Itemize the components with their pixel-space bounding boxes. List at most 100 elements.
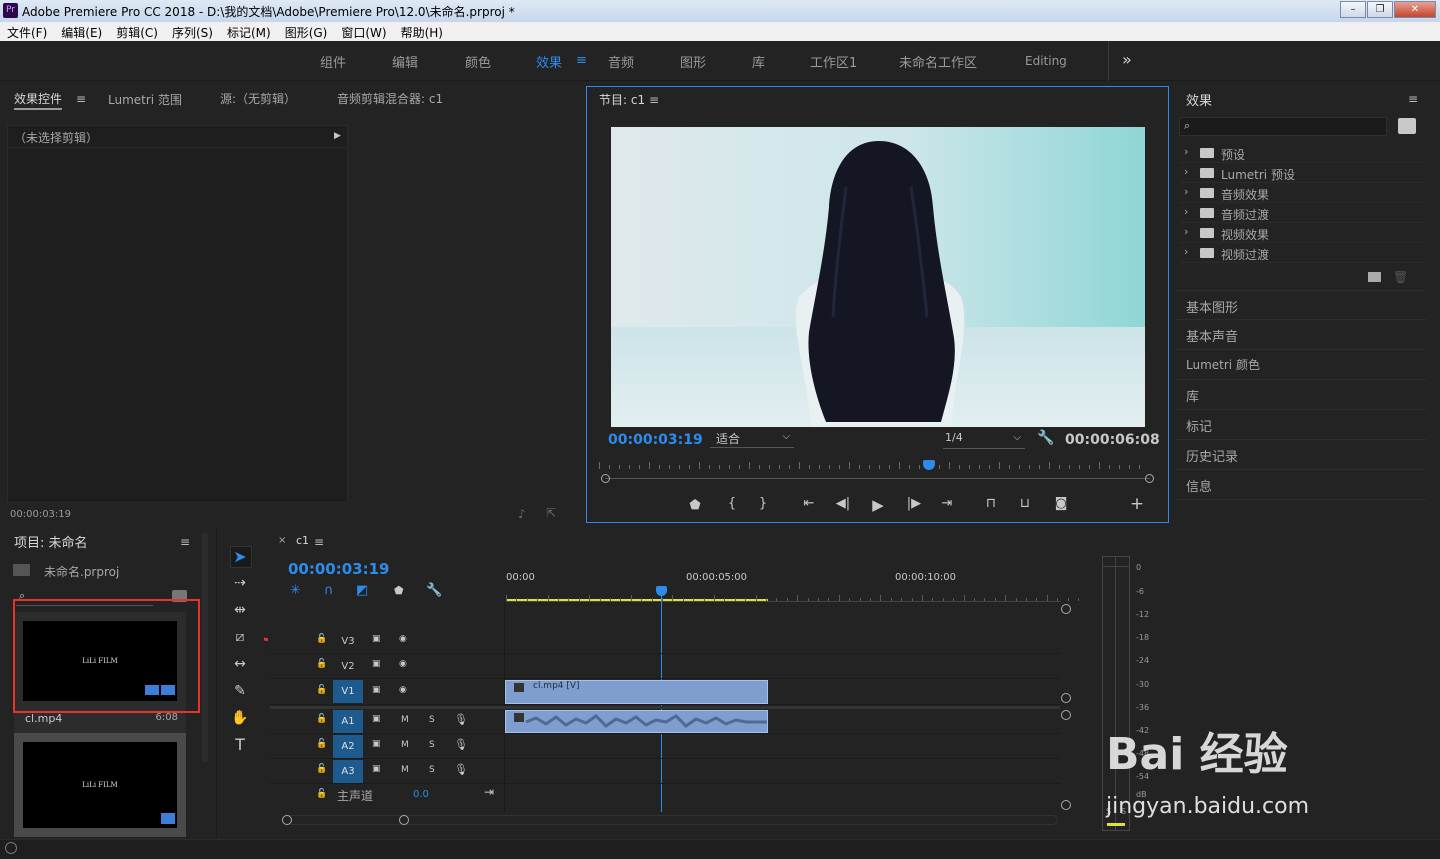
export-frame-camera-icon[interactable]: ◙ <box>1051 496 1071 511</box>
go-to-in-icon[interactable]: ⇤ <box>799 496 819 511</box>
section-libraries[interactable]: 库 <box>1176 380 1426 410</box>
workspace-tab-libraries[interactable]: 库 <box>752 52 765 71</box>
lock-icon[interactable]: 🔓 <box>316 685 327 695</box>
workspace-tab-workspace1[interactable]: 工作区1 <box>810 52 857 71</box>
track-name-v1[interactable]: V1 <box>333 680 363 703</box>
master-volume-value[interactable]: 0.0 <box>413 789 429 800</box>
delete-trash-icon[interactable]: 🗑 <box>1393 270 1408 284</box>
timeline-timecode[interactable]: 00:00:03:19 <box>288 560 390 578</box>
type-tool-icon[interactable]: T <box>229 734 251 756</box>
go-to-out-icon[interactable]: ⇥ <box>937 496 957 511</box>
sync-lock-icon[interactable]: ▣ <box>372 714 381 724</box>
minimize-button[interactable]: – <box>1340 1 1366 18</box>
section-lumetri-color[interactable]: Lumetri 颜色 <box>1176 350 1426 380</box>
eye-icon[interactable]: ◉ <box>399 659 407 669</box>
more-workspaces-icon[interactable]: » <box>1122 50 1132 69</box>
solo-button[interactable]: S <box>429 715 435 725</box>
vertical-zoom-handle-audio[interactable] <box>1061 710 1071 720</box>
track-select-tool-icon[interactable]: ⇢ <box>229 572 251 594</box>
zoom-scrollbar[interactable] <box>605 478 1150 479</box>
vertical-zoom-handle-top[interactable] <box>1061 604 1071 614</box>
selection-tool-icon[interactable]: ➤ <box>229 546 251 568</box>
section-essential-graphics[interactable]: 基本图形 <box>1176 290 1426 320</box>
scroll-handle-right[interactable] <box>399 815 409 825</box>
microphone-icon[interactable]: 🎙 <box>454 713 468 726</box>
video-clip[interactable]: cl.mp4 [V] <box>505 680 768 704</box>
clip-item-2[interactable]: LiLi FILM <box>14 733 186 837</box>
play-icon[interactable]: ▶ <box>868 496 888 514</box>
playhead-timecode[interactable]: 00:00:03:19 <box>608 432 703 448</box>
menu-edit[interactable]: 编辑(E) <box>54 22 109 41</box>
sync-lock-icon[interactable]: ▣ <box>372 659 381 669</box>
project-menu-icon[interactable]: ≡ <box>180 535 190 549</box>
mute-button[interactable]: M <box>401 765 409 775</box>
menu-sequence[interactable]: 序列(S) <box>165 22 220 41</box>
nest-icon[interactable]: ✳ <box>290 583 301 598</box>
new-bin-icon[interactable] <box>1368 272 1381 282</box>
lock-icon[interactable]: 🔓 <box>316 739 327 749</box>
track-name-a3[interactable]: A3 <box>333 760 363 783</box>
workspace-tab-assembly[interactable]: 组件 <box>320 52 346 71</box>
settings-wrench-icon[interactable]: 🔧 <box>1037 430 1054 446</box>
menu-window[interactable]: 窗口(W) <box>334 22 393 41</box>
track-name-v3[interactable]: V3 <box>333 630 363 653</box>
section-essential-sound[interactable]: 基本声音 <box>1176 320 1426 350</box>
workspace-tab-effects[interactable]: 效果 <box>536 52 562 71</box>
step-forward-icon[interactable]: |▶ <box>904 496 924 511</box>
go-to-endpoint-icon[interactable]: ⇥ <box>484 785 494 799</box>
program-menu-icon[interactable]: ≡ <box>649 93 659 107</box>
panel-menu-icon[interactable]: ≡ <box>76 92 86 106</box>
slip-tool-icon[interactable]: ↔ <box>229 653 251 675</box>
menu-file[interactable]: 文件(F) <box>0 22 54 41</box>
sync-lock-icon[interactable]: ▣ <box>372 685 381 695</box>
new-bin-accelerated-icon[interactable] <box>1398 118 1416 134</box>
menu-help[interactable]: 帮助(H) <box>394 22 450 41</box>
button-editor-plus-icon[interactable]: + <box>1127 494 1147 514</box>
program-monitor-title[interactable]: 节目: c1 <box>599 91 645 108</box>
video-preview[interactable] <box>611 127 1145 427</box>
workspace-menu-icon[interactable]: ≡ <box>576 53 587 68</box>
tab-audio-clip-mixer[interactable]: 音频剪辑混合器: c1 <box>337 90 443 107</box>
effects-item-presets[interactable]: › 预设 <box>1180 143 1422 163</box>
effects-item-audio-effects[interactable]: › 音频效果 <box>1180 183 1422 203</box>
lock-icon[interactable]: 🔓 <box>316 714 327 724</box>
menu-marker[interactable]: 标记(M) <box>220 22 278 41</box>
lock-icon[interactable]: 🔓 <box>316 659 327 669</box>
section-history[interactable]: 历史记录 <box>1176 440 1426 470</box>
audio-clip[interactable] <box>505 710 768 733</box>
timeline-marker-icon[interactable]: ⬟ <box>394 584 404 597</box>
export-frame-icon[interactable]: ⇱ <box>546 506 556 520</box>
vertical-zoom-handle-bottom[interactable] <box>1061 800 1071 810</box>
section-markers[interactable]: 标记 <box>1176 410 1426 440</box>
effects-item-lumetri-presets[interactable]: › Lumetri 预设 <box>1180 163 1422 183</box>
microphone-icon[interactable]: 🎙 <box>454 763 468 776</box>
mark-out-icon[interactable]: } <box>753 496 773 511</box>
effects-item-audio-transitions[interactable]: › 音频过渡 <box>1180 203 1422 223</box>
mute-button[interactable]: M <box>401 740 409 750</box>
sync-lock-icon[interactable]: ▣ <box>372 739 381 749</box>
workspace-tab-editing-cn[interactable]: 编辑 <box>392 52 418 71</box>
scroll-handle-left[interactable] <box>282 815 292 825</box>
audio-clip-icon[interactable]: ♪ <box>518 507 526 521</box>
zoom-fit-select[interactable]: 适合 ⌵ <box>710 430 794 448</box>
microphone-icon[interactable]: 🎙 <box>454 738 468 751</box>
linked-selection-icon[interactable]: ◩ <box>356 583 368 598</box>
sync-lock-icon[interactable]: ▣ <box>372 764 381 774</box>
solo-button[interactable]: S <box>429 765 435 775</box>
workspace-tab-audio[interactable]: 音频 <box>608 52 634 71</box>
razor-tool-icon[interactable]: ⧄ <box>229 626 251 648</box>
hand-tool-icon[interactable]: ✋ <box>229 707 251 729</box>
vertical-zoom-handle-video[interactable] <box>1061 693 1071 703</box>
effects-search-input[interactable]: ⌕ <box>1179 117 1387 136</box>
zoom-handle-right[interactable] <box>1145 474 1154 483</box>
track-name-v2[interactable]: V2 <box>333 655 363 678</box>
lock-icon[interactable]: 🔓 <box>316 764 327 774</box>
effects-item-video-transitions[interactable]: › 视频过渡 <box>1180 243 1422 263</box>
workspace-tab-color[interactable]: 颜色 <box>465 52 491 71</box>
workspace-tab-editing[interactable]: Editing <box>1025 54 1067 68</box>
menu-clip[interactable]: 剪辑(C) <box>109 22 165 41</box>
tab-effect-controls[interactable]: 效果控件 <box>14 90 63 110</box>
section-info[interactable]: 信息 <box>1176 470 1426 500</box>
expand-triangle-icon[interactable]: ▶ <box>334 131 341 141</box>
sync-lock-icon[interactable]: ▣ <box>372 634 381 644</box>
